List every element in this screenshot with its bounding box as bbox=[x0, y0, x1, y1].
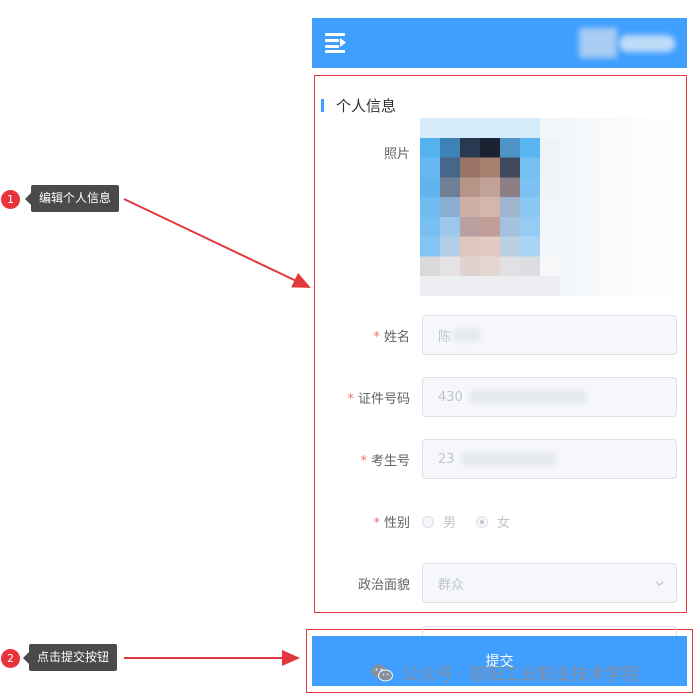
name-label: * 姓名 bbox=[373, 330, 410, 345]
political-status-label: 政治面貌 bbox=[357, 578, 410, 593]
political-status-select[interactable]: 群众 bbox=[422, 563, 677, 603]
exam-number-label: * 考生号 bbox=[360, 454, 410, 469]
callout-click-submit: 点击提交按钮 bbox=[22, 644, 118, 671]
name-value: 陈 bbox=[438, 329, 452, 345]
app-header bbox=[312, 18, 687, 68]
political-status-value: 群众 bbox=[438, 577, 465, 593]
gender-radio-female[interactable] bbox=[476, 515, 489, 528]
id-number-redaction bbox=[468, 390, 587, 404]
exam-number-input[interactable]: 23 bbox=[422, 439, 677, 479]
gender-radio-male[interactable] bbox=[422, 515, 434, 528]
menu-fold-icon[interactable] bbox=[325, 33, 347, 53]
chevron-down-icon bbox=[655, 581, 664, 587]
profile-photo[interactable] bbox=[420, 118, 560, 296]
gender-label: * 性别 bbox=[373, 516, 410, 531]
gender-radio-group: 男 女 bbox=[422, 512, 510, 531]
user-avatar[interactable] bbox=[579, 28, 679, 58]
watermark-text: 公众号 · 邵阳工业职业技术学院 bbox=[402, 665, 640, 685]
step-number-1: 1 bbox=[1, 190, 20, 209]
name-redaction bbox=[453, 328, 482, 342]
watermark: 公众号 · 邵阳工业职业技术学院 bbox=[370, 660, 639, 685]
id-number-value: 430 bbox=[438, 389, 463, 405]
section-title: 个人信息 bbox=[321, 95, 396, 115]
exam-number-redaction bbox=[460, 452, 557, 466]
photo-background bbox=[560, 118, 682, 296]
name-input[interactable]: 陈 bbox=[422, 315, 677, 355]
section-title-text: 个人信息 bbox=[336, 96, 397, 115]
id-number-input[interactable]: 430 bbox=[422, 377, 677, 417]
arrow-to-form bbox=[123, 198, 311, 288]
gender-option-male-label[interactable]: 男 bbox=[443, 512, 456, 531]
step-number-2: 2 bbox=[1, 649, 20, 668]
id-number-label: * 证件号码 bbox=[347, 392, 410, 407]
callout-edit-info: 编辑个人信息 bbox=[24, 185, 120, 212]
exam-number-value: 23 bbox=[438, 451, 455, 467]
photo-label: 照片 bbox=[383, 147, 410, 162]
gender-option-female-label[interactable]: 女 bbox=[497, 512, 510, 531]
wechat-icon bbox=[371, 664, 393, 681]
section-title-bar bbox=[321, 98, 324, 112]
next-field-peek bbox=[422, 626, 677, 636]
